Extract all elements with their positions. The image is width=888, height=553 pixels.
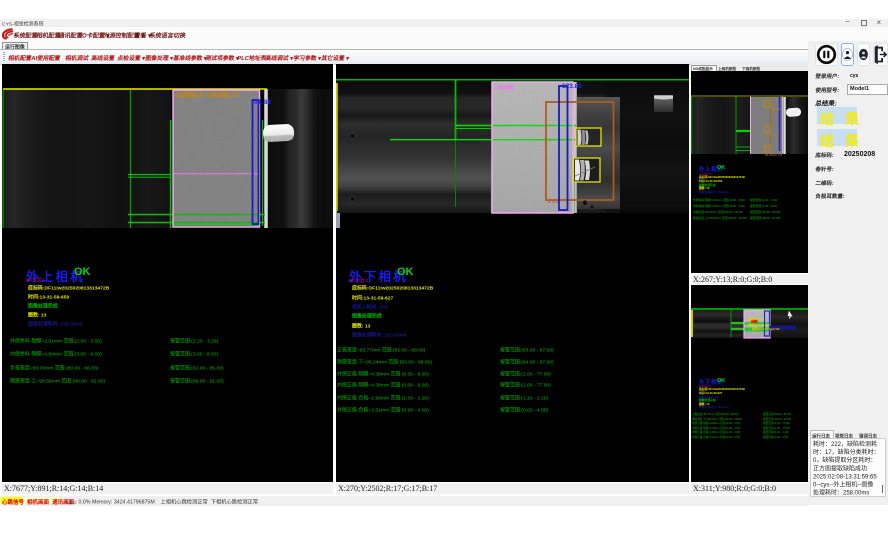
svg-text:23.65 7.41 1: 23.65 7.41 1 [765,134,782,138]
svg-text:93. 88: 93. 88 [772,107,781,111]
svg-text:53.46 Ex.1 B: 53.46 Ex.1 B [765,153,782,157]
